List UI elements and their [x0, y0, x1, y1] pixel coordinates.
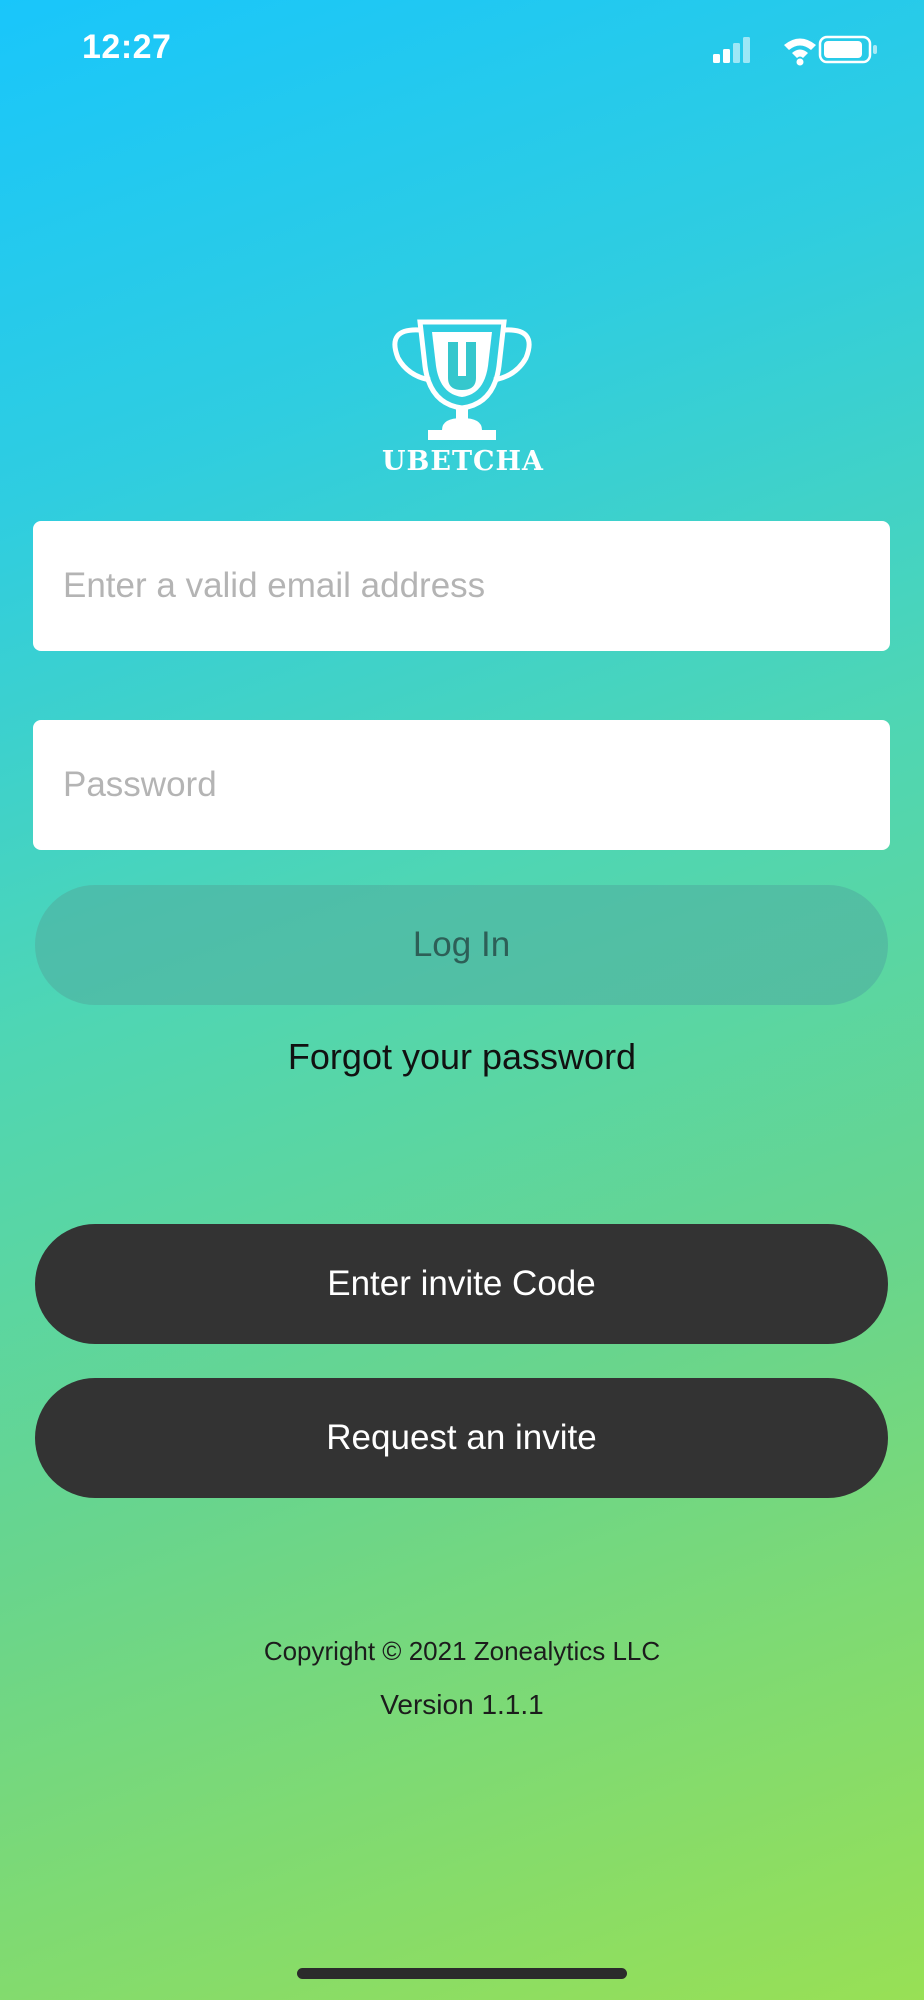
request-invite-button[interactable]: Request an invite [35, 1378, 888, 1498]
password-field-container [33, 720, 890, 850]
email-input[interactable] [61, 565, 862, 607]
login-button[interactable]: Log In [35, 885, 888, 1005]
home-indicator[interactable] [297, 1968, 627, 1979]
status-icons [713, 35, 877, 66]
status-time: 12:27 [82, 28, 172, 66]
logo-wordmark: UBETCHA [382, 446, 544, 477]
battery-icon [818, 35, 877, 64]
copyright-text: Copyright © 2021 Zonealytics LLC [263, 1636, 661, 1666]
status-bar: 12:27 [0, 0, 924, 100]
version-text: Version 1.1.1 [380, 1689, 544, 1720]
password-input[interactable] [61, 764, 862, 806]
trophy-icon [392, 319, 532, 440]
enter-invite-code-button[interactable]: Enter invite Code [35, 1224, 888, 1344]
forgot-password-link[interactable]: Forgot your password [0, 1036, 924, 1078]
cellular-signal-icon [713, 37, 750, 63]
app-logo: UBETCHA [382, 306, 544, 482]
wifi-icon [784, 38, 816, 66]
email-field-container [33, 521, 890, 651]
